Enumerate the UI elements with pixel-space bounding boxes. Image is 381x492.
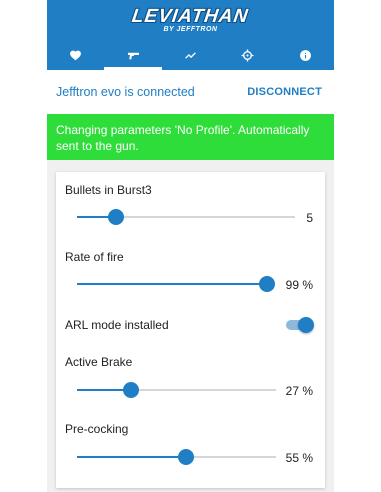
rate-of-fire-value: 99 % [285, 278, 313, 292]
info-icon [299, 49, 311, 61]
settings-card: Bullets in Burst3 5 Rate of fire 99 % AR… [56, 172, 325, 488]
logo-text: LEVIATHAN [130, 6, 251, 27]
active-brake-slider[interactable] [77, 380, 276, 400]
tab-statistics[interactable] [162, 40, 219, 70]
tab-gun-settings[interactable] [104, 40, 163, 70]
rate-of-fire-slider[interactable] [77, 274, 276, 294]
gun-icon [127, 52, 139, 59]
bullets-in-burst-value: 5 [306, 211, 313, 225]
heart-icon [70, 50, 82, 60]
pre-cocking-value: 55 % [285, 451, 313, 465]
slider-fill [77, 456, 187, 458]
crosshair-icon [241, 49, 254, 61]
arl-mode-label: ARL mode installed [65, 318, 169, 332]
tab-favorites[interactable] [47, 40, 104, 70]
slider-thumb[interactable] [108, 209, 125, 225]
rate-of-fire-label: Rate of fire [65, 250, 124, 264]
app-window: LEVIATHAN BY JEFFTRON Jefftron evo is co… [47, 0, 334, 492]
disconnect-button[interactable]: DISCONNECT [247, 86, 322, 98]
connection-status: Jefftron evo is connected [56, 85, 195, 99]
slider-thumb[interactable] [178, 449, 195, 465]
profile-notice: Changing parameters 'No Profile'. Automa… [47, 114, 334, 160]
slider-thumb[interactable] [122, 382, 139, 398]
slider-fill [77, 283, 268, 285]
tab-info[interactable] [277, 40, 334, 70]
top-bar: LEVIATHAN BY JEFFTRON [47, 0, 334, 70]
arl-mode-toggle[interactable] [286, 317, 314, 333]
logo-subtext: BY JEFFTRON [163, 26, 218, 33]
chart-line-icon [185, 51, 196, 59]
pre-cocking-slider[interactable] [77, 447, 276, 467]
app-logo: LEVIATHAN BY JEFFTRON [47, 6, 334, 33]
tab-bar [47, 40, 334, 70]
connection-bar: Jefftron evo is connected DISCONNECT [47, 70, 334, 114]
toggle-knob [298, 317, 314, 333]
tab-targeting[interactable] [219, 40, 276, 70]
active-brake-value: 27 % [285, 384, 313, 398]
pre-cocking-label: Pre-cocking [65, 422, 129, 436]
slider-thumb[interactable] [259, 276, 276, 292]
bullets-in-burst-slider[interactable] [77, 207, 295, 227]
bullets-in-burst-label: Bullets in Burst3 [65, 183, 152, 197]
active-brake-label: Active Brake [65, 355, 133, 369]
